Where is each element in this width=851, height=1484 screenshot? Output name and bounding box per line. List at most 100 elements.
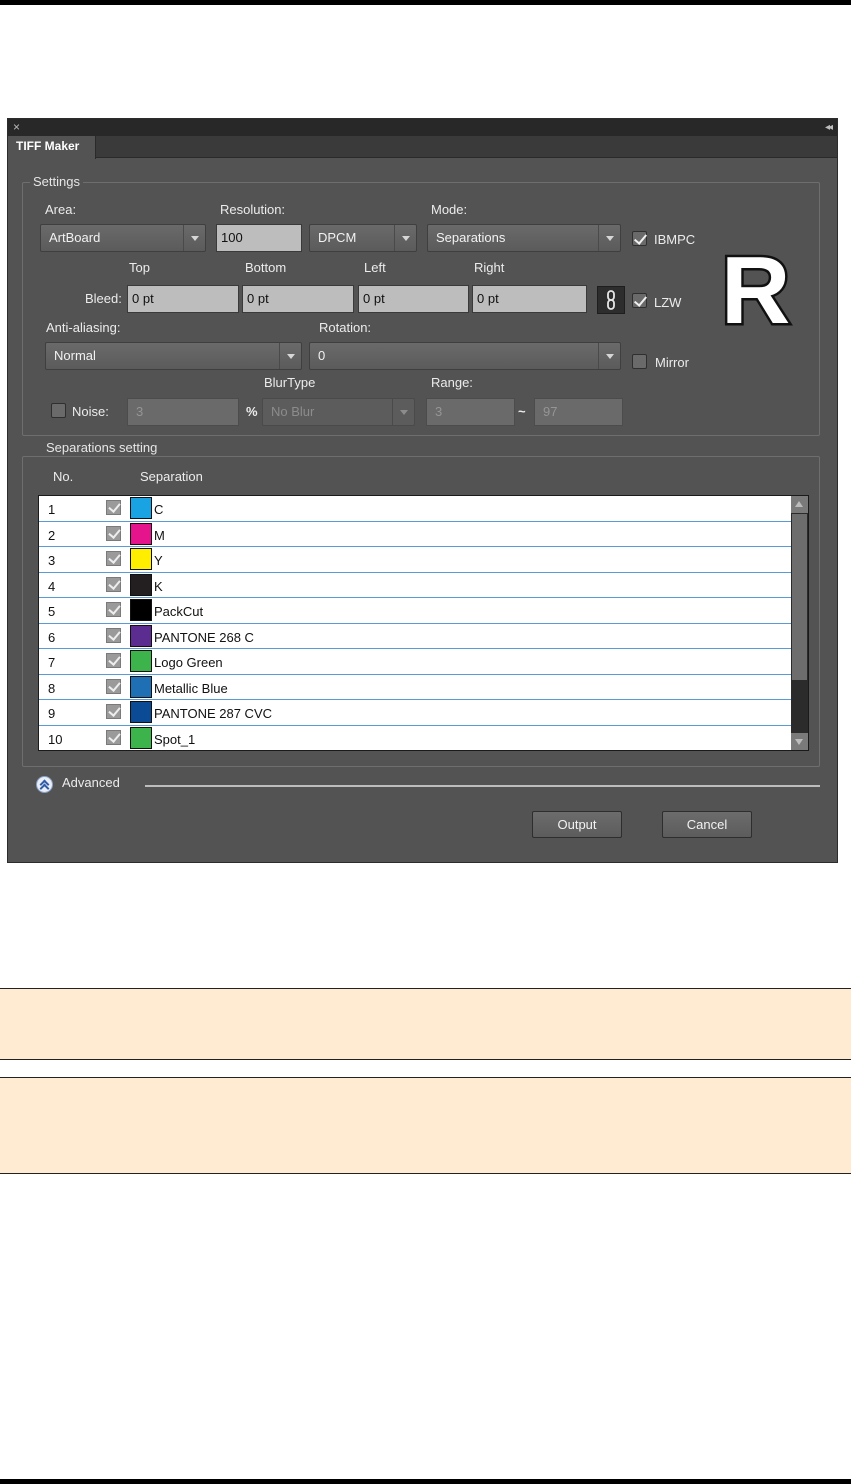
advanced-label[interactable]: Advanced	[62, 775, 120, 790]
expand-advanced-icon[interactable]	[36, 776, 53, 793]
range-min-input[interactable]: 3	[426, 398, 515, 426]
separation-name: PANTONE 268 C	[154, 629, 254, 645]
row-checkbox[interactable]	[106, 729, 121, 745]
range-label: Range:	[431, 375, 473, 390]
resolution-input[interactable]: 100	[216, 224, 302, 252]
bleed-left-input[interactable]: 0 pt	[358, 285, 469, 313]
separations-table: 1 C 2 M 3 Y 4 K 5 PackCut 6 PANTONE 268 C 7 Logo Gree…	[38, 495, 809, 751]
chevron-down-icon	[598, 343, 620, 369]
row-number: 3	[48, 553, 56, 568]
range-separator: ~	[518, 404, 526, 419]
antialias-select-value: Normal	[54, 348, 96, 363]
mode-select[interactable]: Separations	[427, 224, 621, 252]
ibmpc-checkbox[interactable]	[632, 231, 647, 246]
tab-tiff-maker[interactable]: TIFF Maker	[8, 136, 96, 159]
noise-label: Noise:	[72, 404, 109, 419]
mirror-checkbox[interactable]	[632, 354, 647, 369]
blurtype-select[interactable]: No Blur	[262, 398, 415, 426]
row-number: 8	[48, 680, 56, 696]
row-checkbox[interactable]	[106, 551, 121, 566]
table-row[interactable]: 7 Logo Green	[39, 649, 791, 675]
table-row[interactable]: 10 Spot_1	[39, 726, 791, 751]
bleed-bottom-input[interactable]: 0 pt	[242, 285, 354, 313]
panel-titlebar: × ◂◂	[8, 119, 837, 136]
rotation-select[interactable]: 0	[309, 342, 621, 370]
row-checkbox[interactable]	[106, 602, 121, 617]
collapse-icon[interactable]: ◂◂	[825, 119, 833, 136]
r-logo-icon: R	[719, 243, 793, 333]
color-swatch	[130, 624, 152, 647]
color-swatch	[130, 522, 152, 545]
note-box	[0, 1077, 851, 1174]
area-select[interactable]: ArtBoard	[40, 224, 206, 252]
scrollbar-thumb[interactable]	[792, 514, 807, 680]
bleed-top-input[interactable]: 0 pt	[127, 285, 239, 313]
bottom-rule	[0, 1479, 851, 1484]
row-number: 10	[48, 731, 63, 747]
blurtype-select-value: No Blur	[271, 404, 315, 419]
table-scrollbar[interactable]	[791, 496, 808, 750]
ibmpc-label: IBMPC	[654, 232, 696, 247]
separation-name: M	[154, 527, 165, 543]
noise-checkbox[interactable]	[51, 403, 66, 418]
bleed-right-input[interactable]: 0 pt	[472, 285, 587, 313]
table-row[interactable]: 4K	[39, 573, 791, 598]
rotation-select-value: 0	[318, 348, 326, 363]
color-swatch	[130, 497, 152, 519]
column-header-no: No.	[53, 469, 74, 484]
color-swatch	[130, 650, 152, 672]
column-header-separation: Separation	[140, 469, 203, 484]
table-row[interactable]: 2M	[39, 522, 791, 547]
row-number: 2	[48, 527, 56, 543]
mirror-label: Mirror	[655, 355, 689, 370]
noise-input[interactable]: 3	[127, 398, 239, 426]
row-number: 9	[48, 706, 56, 721]
table-row[interactable]: 1C	[39, 496, 791, 522]
lzw-checkbox[interactable]	[632, 293, 647, 308]
separation-name: PackCut	[154, 604, 204, 619]
color-swatch	[130, 701, 152, 723]
close-icon[interactable]: ×	[13, 119, 20, 135]
scroll-up-icon[interactable]	[791, 496, 808, 513]
row-number: 7	[48, 655, 56, 670]
chevron-down-icon	[394, 225, 416, 251]
blurtype-label: BlurType	[264, 375, 316, 390]
row-checkbox[interactable]	[106, 678, 121, 694]
antialias-select[interactable]: Normal	[45, 342, 302, 370]
color-swatch	[130, 675, 152, 698]
row-checkbox[interactable]	[106, 525, 121, 541]
rotation-label: Rotation:	[319, 320, 372, 335]
separation-name: Y	[154, 553, 163, 568]
table-row[interactable]: 8 Metallic Blue	[39, 675, 791, 700]
table-row[interactable]: 3Y	[39, 547, 791, 573]
color-swatch	[130, 599, 152, 621]
table-row[interactable]: 9 PANTONE 287 CVC	[39, 700, 791, 726]
advanced-divider	[145, 785, 820, 787]
output-button[interactable]: Output	[532, 811, 622, 838]
cancel-button[interactable]: Cancel	[662, 811, 752, 838]
row-checkbox[interactable]	[106, 704, 121, 719]
row-checkbox[interactable]	[106, 500, 121, 515]
row-checkbox[interactable]	[106, 576, 121, 592]
color-swatch	[130, 548, 152, 570]
separation-name: PANTONE 287 CVC	[154, 706, 273, 721]
range-max-input[interactable]: 97	[534, 398, 623, 426]
separation-name: Logo Green	[154, 655, 223, 670]
bleed-label: Bleed:	[85, 291, 122, 306]
tiff-maker-panel: × ◂◂ TIFF Maker Settings Area: ArtBoard …	[7, 118, 838, 863]
r-logo-letter: R	[721, 243, 790, 333]
row-checkbox[interactable]	[106, 653, 121, 668]
scroll-down-icon[interactable]	[791, 733, 808, 750]
separations-legend: Separations setting	[43, 441, 161, 455]
row-checkbox[interactable]	[106, 627, 121, 643]
top-rule	[0, 0, 851, 5]
area-label: Area:	[45, 202, 77, 217]
separation-name: K	[154, 578, 163, 594]
link-bleed-button[interactable]	[597, 286, 625, 314]
row-number: 4	[48, 578, 56, 594]
separation-name: Spot_1	[154, 731, 196, 747]
table-row[interactable]: 5 PackCut	[39, 598, 791, 624]
resolution-unit-select[interactable]: DPCM	[309, 224, 417, 252]
table-row[interactable]: 6 PANTONE 268 C	[39, 624, 791, 649]
chevron-down-icon	[598, 225, 620, 251]
